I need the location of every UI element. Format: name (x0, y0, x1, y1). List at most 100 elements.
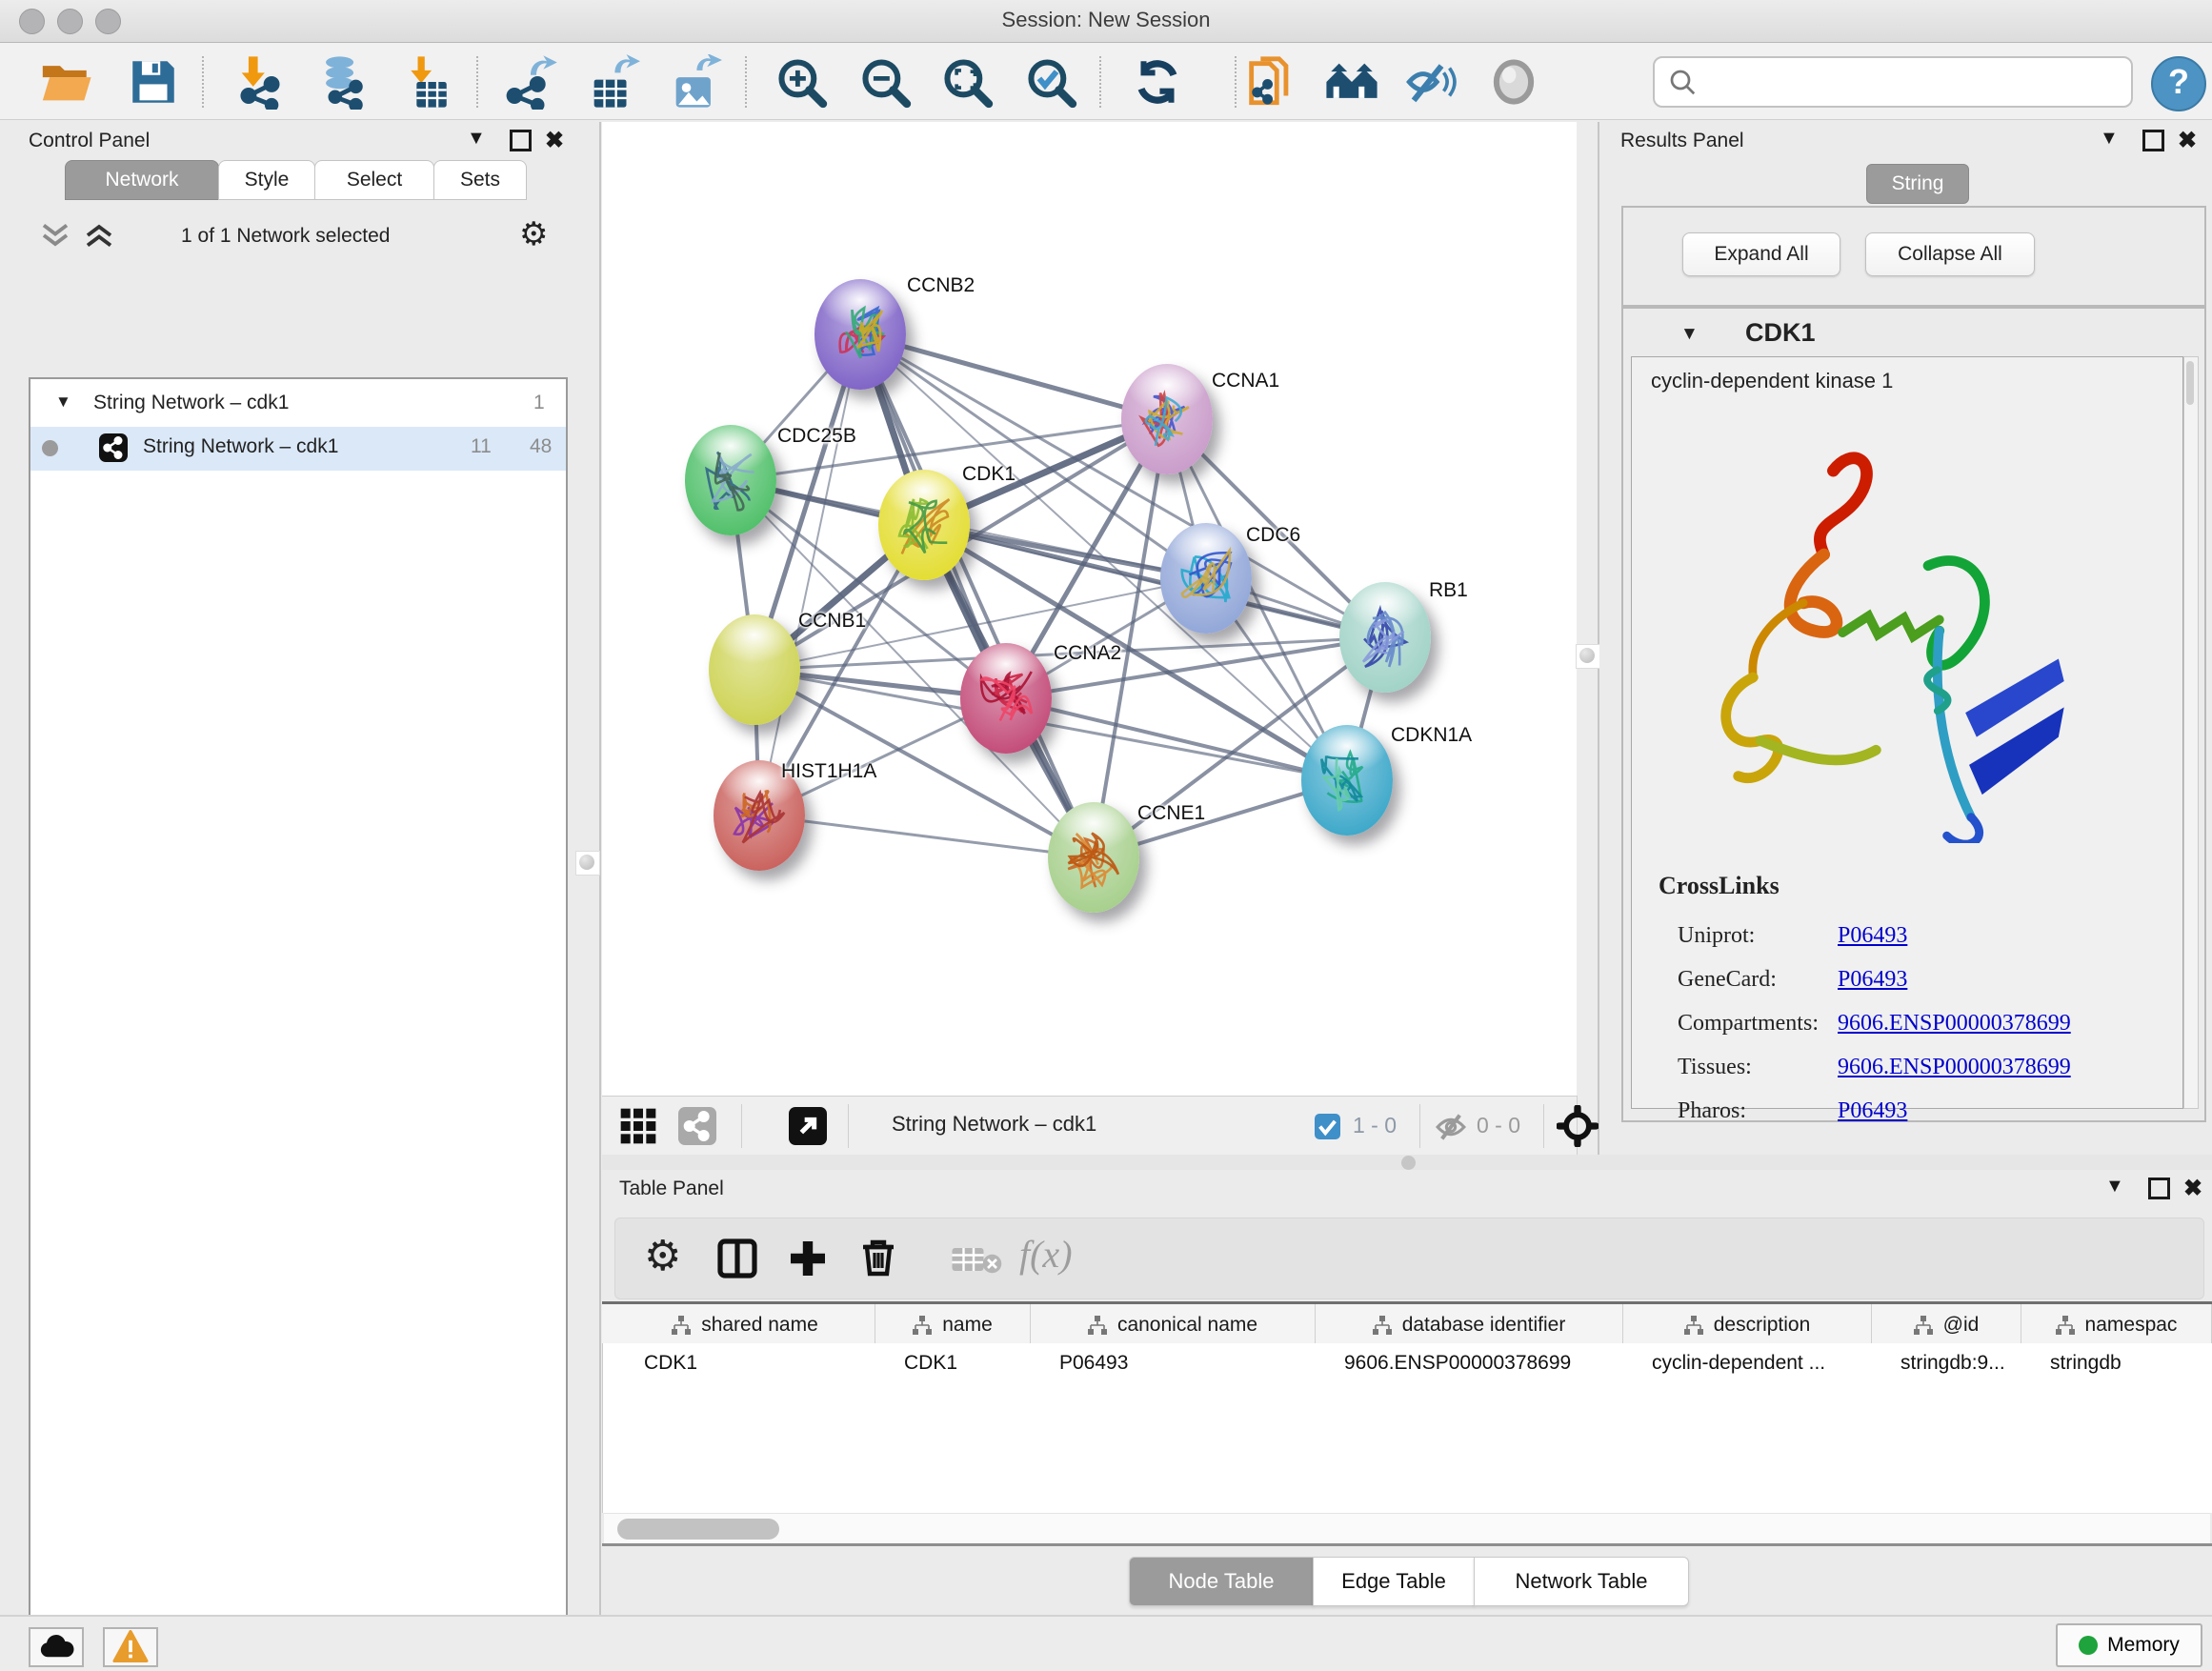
panel-float-icon[interactable] (510, 130, 532, 151)
tab-network[interactable]: Network (65, 160, 219, 200)
network-options-gear-icon[interactable]: ⚙ (519, 215, 548, 253)
tab-node-table[interactable]: Node Table (1129, 1557, 1314, 1606)
table-cell[interactable]: CDK1 (615, 1343, 875, 1383)
tab-edge-table[interactable]: Edge Table (1313, 1557, 1475, 1606)
hidden-eye-icon[interactable] (1433, 1111, 1469, 1143)
node-CCNA2[interactable] (960, 643, 1052, 754)
column-header--id[interactable]: @id (1871, 1304, 2021, 1346)
show-columns-icon[interactable] (714, 1236, 760, 1281)
horizontal-splitter[interactable] (602, 1155, 2212, 1170)
scrollbar-thumb[interactable] (617, 1519, 779, 1540)
left-splitter-handle[interactable] (575, 851, 600, 876)
node-CDC6[interactable] (1160, 523, 1252, 634)
export-image-icon[interactable] (667, 54, 722, 110)
edge[interactable] (759, 815, 1094, 857)
show-glass-panel-icon[interactable] (1486, 54, 1541, 110)
collapse-all-networks-icon[interactable] (82, 219, 116, 252)
table-cell[interactable]: cyclin-dependent ... (1623, 1343, 1872, 1383)
collapse-all-button[interactable]: Collapse All (1865, 232, 2035, 276)
zoom-selected-icon[interactable] (1023, 54, 1078, 110)
tab-select[interactable]: Select (314, 160, 434, 200)
crosslink-value[interactable]: P06493 (1838, 967, 1907, 992)
network-collection-row[interactable]: ▼ String Network – cdk1 1 (30, 383, 566, 427)
node-CDKN1A[interactable] (1301, 725, 1393, 836)
string-settings-icon[interactable] (678, 1107, 716, 1145)
results-scrollbar[interactable] (2183, 356, 2199, 1109)
import-network-database-icon[interactable] (314, 54, 370, 110)
crosslink-value[interactable]: 9606.ENSP00000378699 (1838, 1011, 2071, 1036)
panel-menu-icon[interactable]: ▼ (467, 128, 486, 150)
zoom-fit-icon[interactable] (939, 54, 995, 110)
string-home-icon[interactable] (1324, 54, 1379, 110)
column-header-name[interactable]: name (875, 1304, 1031, 1346)
panel-close-icon[interactable]: ✖ (545, 127, 564, 154)
table-cell[interactable]: stringdb:9... (1872, 1343, 2021, 1383)
column-header-shared-name[interactable]: shared name (614, 1304, 875, 1346)
open-network-external-icon[interactable] (789, 1107, 827, 1145)
add-column-icon[interactable] (785, 1236, 831, 1281)
zoom-in-icon[interactable] (774, 54, 829, 110)
help-icon[interactable]: ? (2151, 56, 2206, 111)
horizontal-splitter-handle[interactable] (1401, 1156, 1416, 1170)
table-cell[interactable]: 9606.ENSP00000378699 (1316, 1343, 1623, 1383)
open-in-cytoscape-web-icon[interactable] (1242, 54, 1297, 110)
panel-close-icon[interactable]: ✖ (2183, 1175, 2202, 1202)
tab-sets[interactable]: Sets (433, 160, 527, 200)
right-splitter-handle[interactable] (1576, 644, 1600, 669)
birds-eye-view-icon[interactable] (619, 1107, 657, 1145)
edge[interactable] (860, 334, 1094, 857)
table-horizontal-scrollbar[interactable] (604, 1513, 2210, 1544)
node-CCNA1[interactable] (1121, 364, 1213, 474)
tab-network-table[interactable]: Network Table (1474, 1557, 1689, 1606)
column-header-description[interactable]: description (1622, 1304, 1872, 1346)
panel-float-icon[interactable] (2142, 130, 2164, 151)
crosslink-value[interactable]: 9606.ENSP00000378699 (1838, 1055, 2071, 1079)
table-settings-gear-icon[interactable]: ⚙ (644, 1234, 681, 1279)
network-canvas[interactable]: CCNB2CCNA1CDC25BCDK1CDC6RB1CCNB1CCNA2CDK… (602, 122, 1577, 1096)
panel-menu-icon[interactable]: ▼ (2105, 1176, 2124, 1198)
tab-string[interactable]: String (1866, 164, 1969, 204)
network-row-selected[interactable]: String Network – cdk1 11 48 (30, 427, 566, 471)
import-table-file-icon[interactable] (398, 54, 453, 110)
column-header-canonical-name[interactable]: canonical name (1030, 1304, 1316, 1346)
table-row[interactable]: CDK1CDK1P064939606.ENSP00000378699cyclin… (603, 1343, 2212, 1383)
node-CDK1[interactable] (878, 470, 970, 580)
cloud-status-button[interactable] (29, 1627, 84, 1667)
open-session-icon[interactable] (38, 54, 93, 110)
warning-status-button[interactable] (103, 1627, 158, 1667)
panel-menu-icon[interactable]: ▼ (2100, 128, 2119, 150)
column-header-database-identifier[interactable]: database identifier (1315, 1304, 1623, 1346)
zoom-out-icon[interactable] (857, 54, 913, 110)
edge[interactable] (1006, 698, 1347, 780)
panel-close-icon[interactable]: ✖ (2178, 127, 2197, 154)
expand-all-button[interactable]: Expand All (1682, 232, 1840, 276)
export-table-icon[interactable] (585, 54, 640, 110)
delete-column-icon[interactable] (855, 1234, 901, 1279)
refresh-icon[interactable] (1130, 54, 1185, 110)
tab-style[interactable]: Style (218, 160, 315, 200)
table-cell[interactable]: P06493 (1031, 1343, 1316, 1383)
panel-float-icon[interactable] (2148, 1178, 2170, 1199)
clear-table-icon[interactable] (951, 1245, 1002, 1274)
node-CCNE1[interactable] (1048, 802, 1139, 913)
gene-collapse-triangle-icon[interactable]: ▼ (1680, 324, 1699, 345)
edge[interactable] (759, 334, 860, 815)
expand-all-networks-icon[interactable] (38, 219, 72, 252)
crosslink-value[interactable]: P06493 (1838, 1098, 1907, 1123)
node-CDC25B[interactable] (685, 425, 776, 535)
results-scrollbar-thumb[interactable] (2186, 361, 2194, 405)
node-CCNB1[interactable] (709, 614, 800, 725)
node-RB1[interactable] (1339, 582, 1431, 693)
memory-button[interactable]: Memory (2056, 1623, 2202, 1667)
selected-checkbox-icon[interactable] (1315, 1114, 1340, 1139)
save-session-icon[interactable] (126, 54, 181, 110)
export-network-icon[interactable] (503, 54, 558, 110)
column-header-namespac[interactable]: namespac (2021, 1304, 2212, 1346)
search-input[interactable] (1708, 62, 2122, 100)
collapse-triangle-icon[interactable]: ▼ (55, 393, 71, 412)
fit-selected-target-icon[interactable] (1557, 1105, 1599, 1147)
function-builder-icon[interactable]: f(x) (1019, 1232, 1073, 1277)
import-network-file-icon[interactable] (232, 54, 288, 110)
hide-glass-panel-icon[interactable] (1402, 54, 1458, 110)
table-cell[interactable]: CDK1 (875, 1343, 1031, 1383)
